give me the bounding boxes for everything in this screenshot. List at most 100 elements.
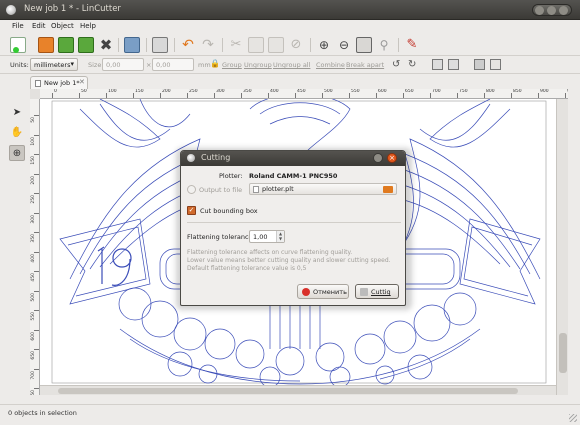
- menu-edit[interactable]: Edit: [32, 22, 46, 30]
- window-controls: [532, 4, 572, 16]
- close-icon[interactable]: ✕: [79, 78, 85, 86]
- dialog-app-icon: [187, 154, 195, 162]
- print-icon[interactable]: [152, 37, 168, 53]
- times-label: ×: [146, 61, 152, 69]
- spin-arrows-icon[interactable]: ▲ ▼: [276, 231, 284, 242]
- cancel-label: Отменить: [313, 288, 347, 296]
- menu-help[interactable]: Help: [80, 22, 96, 30]
- ungroup-all-button[interactable]: Ungroup all: [273, 61, 310, 69]
- output-to-file-radio[interactable]: [187, 185, 196, 194]
- ruler-tick-label: 500: [31, 292, 36, 302]
- distribute-icon[interactable]: [490, 59, 501, 70]
- settings-icon[interactable]: ✎: [404, 37, 420, 53]
- copy-icon[interactable]: [248, 37, 264, 53]
- units-label: Units:: [10, 61, 29, 69]
- flattening-value: 1,00: [253, 233, 268, 241]
- ungroup-button[interactable]: Ungroup: [244, 61, 272, 69]
- group-button[interactable]: Group: [222, 61, 242, 69]
- hand-icon[interactable]: ✋: [9, 125, 25, 141]
- cancel-icon: [302, 288, 310, 296]
- ruler-tick-label: 100: [31, 136, 36, 146]
- help-text-2: Lower value means better cutting quality…: [187, 257, 391, 264]
- ruler-tick-label: 700: [31, 370, 36, 380]
- horizontal-ruler: 0 50 100 150 200 250 300 350 400 450 500 550 600 650 7…: [40, 89, 568, 99]
- ruler-tick-label: 750: [31, 390, 36, 395]
- ruler-tick-label: 50: [81, 89, 87, 94]
- separator: [310, 38, 311, 52]
- cut-icon[interactable]: ✂: [228, 37, 244, 53]
- horizontal-scrollbar[interactable]: [40, 385, 556, 395]
- ruler-tick-label: 450: [297, 89, 306, 94]
- ruler-tick-label: 350: [243, 89, 252, 94]
- zoom-fit-icon[interactable]: [356, 37, 372, 53]
- ruler-tick-label: 550: [31, 312, 36, 321]
- delete-icon[interactable]: ✖: [98, 37, 114, 53]
- zoom-out-icon[interactable]: ⊖: [336, 37, 352, 53]
- zoom-icon[interactable]: ⚲: [376, 37, 392, 53]
- separator: [174, 38, 175, 52]
- width-input[interactable]: 0,00: [102, 58, 144, 71]
- document-icon: [35, 80, 41, 87]
- new-icon[interactable]: [10, 37, 26, 53]
- flattening-label: Flattening tolerance:: [187, 233, 255, 241]
- title-bar: New job 1 * - LinCutter: [0, 0, 580, 20]
- file-chooser-button[interactable]: plotter.plt: [249, 183, 397, 195]
- ruler-tick-label: 50: [31, 117, 36, 123]
- open-icon[interactable]: [38, 37, 54, 53]
- cutting-dialog: Cutting × Plotter: Roland CAMM-1 PNC950 …: [180, 150, 406, 306]
- paste-icon[interactable]: [268, 37, 284, 53]
- save-icon[interactable]: [58, 37, 74, 53]
- height-input[interactable]: 0,00: [152, 58, 194, 71]
- redo-icon[interactable]: ↷: [200, 37, 216, 53]
- dialog-minimize-button[interactable]: [373, 153, 383, 163]
- vertical-scroll-thumb[interactable]: [559, 333, 567, 373]
- help-text-3: Default flattening tolerance value is 0,…: [187, 265, 307, 272]
- rotate-right-icon[interactable]: ↻: [408, 59, 419, 70]
- ruler-tick-label: 300: [31, 214, 36, 224]
- ruler-tick-label: 200: [162, 89, 171, 94]
- menu-object[interactable]: Object: [51, 22, 74, 30]
- break-apart-button[interactable]: Break apart: [346, 61, 384, 69]
- close-window-button[interactable]: [559, 6, 568, 15]
- menu-bar: File Edit Object Help: [0, 20, 580, 34]
- save-as-icon[interactable]: [78, 37, 94, 53]
- vertical-scrollbar[interactable]: [556, 99, 568, 395]
- minimize-button[interactable]: [535, 6, 544, 15]
- ruler-tick-label: 850: [513, 89, 522, 94]
- ruler-tick-label: 900: [540, 89, 549, 94]
- plotter-label: Plotter:: [219, 172, 243, 180]
- menu-file[interactable]: File: [12, 22, 24, 30]
- cut-bounding-box-checkbox[interactable]: ✓: [187, 206, 196, 215]
- ruler-tick-label: 200: [31, 175, 36, 185]
- property-bar: Units: millimeters ▾ Size: 0,00 × 0,00 m…: [0, 56, 580, 74]
- pointer-icon[interactable]: ➤: [9, 105, 25, 121]
- status-text: 0 objects in selection: [8, 409, 77, 417]
- tab-new-job[interactable]: New job 1* ✕: [30, 76, 88, 89]
- zoom-in-icon[interactable]: ⊕: [316, 37, 332, 53]
- import-icon[interactable]: [124, 37, 140, 53]
- rotate-left-icon[interactable]: ↺: [392, 59, 403, 70]
- dialog-close-button[interactable]: ×: [387, 153, 397, 163]
- ruler-corner: [30, 89, 40, 99]
- ruler-tick-label: 250: [31, 195, 36, 204]
- cutting-button[interactable]: Cuttig: [355, 284, 399, 299]
- flattening-spinbox[interactable]: 1,00 ▲ ▼: [249, 230, 285, 243]
- mirror-vertical-icon[interactable]: [448, 59, 459, 70]
- stop-icon[interactable]: ⊘: [288, 37, 304, 53]
- vertical-ruler: 50 100 150 200 250 300 350 400 450 500 550 600 650 70…: [30, 99, 40, 395]
- maximize-button[interactable]: [547, 6, 556, 15]
- lock-icon[interactable]: 🔒: [210, 59, 221, 70]
- dialog-title: Cutting: [201, 153, 231, 162]
- combine-button[interactable]: Combine: [316, 61, 345, 69]
- horizontal-scroll-thumb[interactable]: [58, 388, 518, 394]
- undo-icon[interactable]: ↶: [180, 37, 196, 53]
- ruler-tick-label: 400: [270, 89, 279, 94]
- align-icon[interactable]: [474, 59, 485, 70]
- cancel-button[interactable]: Отменить: [297, 284, 349, 299]
- resize-grip[interactable]: [569, 414, 577, 422]
- ruler-tick-label: 500: [324, 89, 333, 94]
- zoom-tool-icon[interactable]: ⊕: [9, 145, 25, 161]
- printer-icon: [360, 288, 368, 296]
- mirror-horizontal-icon[interactable]: [432, 59, 443, 70]
- units-select[interactable]: millimeters ▾: [30, 58, 78, 71]
